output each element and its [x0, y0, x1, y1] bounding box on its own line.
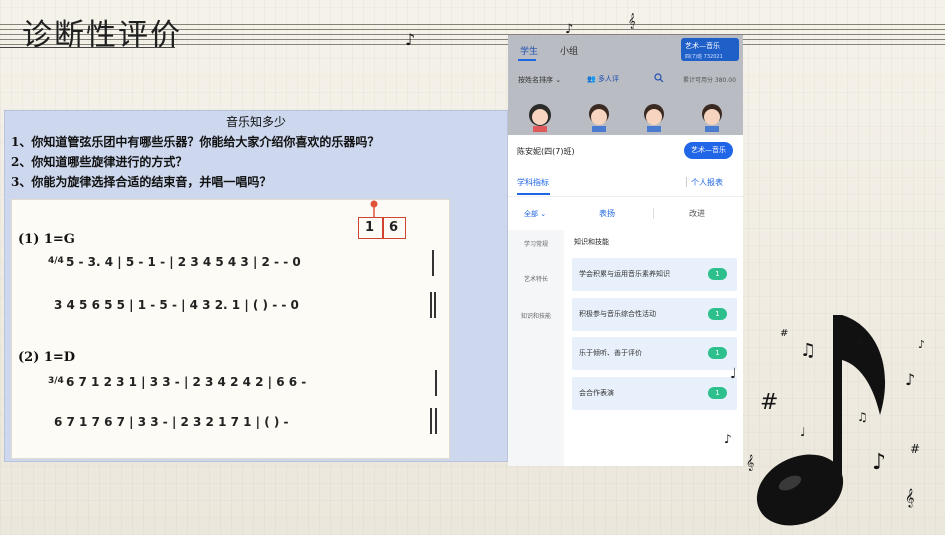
music-note-icon: [756, 315, 886, 526]
quiz-question: 3、你能为旋律选择合适的结束音，并唱一唱吗？: [11, 175, 272, 189]
part1-time: 4/4: [48, 256, 64, 266]
student-name: 陈安妮(四(7)班): [517, 147, 575, 156]
student-eval-sheet: 陈安妮(四(7)班) 艺术—音乐 学科指标 个人报表 全部 ⌄ 表扬 改进 学习…: [508, 135, 743, 466]
eighth-note-icon: ♪: [918, 338, 926, 351]
indicator-score-badge: 1: [708, 308, 727, 320]
indicator-item[interactable]: 学会积累与运用音乐素养知识 1: [572, 258, 737, 291]
sharp-icon: #: [780, 328, 789, 339]
treble-clef-icon: 𝄞: [628, 14, 636, 29]
evaluation-app-screenshot: 学生 小组 艺术—音乐 四(7)班 732021 按姓名排序 ⌄ 👥 多人评 累…: [508, 35, 743, 466]
part1-line1: 5 - 3. 4 | 5 - 1 - | 2 3 4 5 4 3 | 2 - -…: [66, 255, 301, 269]
subject-button[interactable]: 艺术—音乐: [684, 142, 733, 159]
part2-key: (2) 1=D: [18, 350, 76, 365]
part1-line2: 3 4 5 6 5 5 | 1 - 5 - | 4 3 2. 1 | ( ) -…: [54, 298, 299, 312]
filter-praise[interactable]: 表扬: [599, 208, 615, 219]
indicator-label: 积极参与音乐综合性活动: [579, 310, 656, 318]
part2-line1: 6 7 1 2 3 1 | 3 3 - | 2 3 4 2 4 2 | 6 6 …: [66, 375, 307, 389]
multi-eval-button[interactable]: 👥 多人评: [587, 74, 619, 84]
subject-selector-label: 艺术—音乐: [685, 42, 720, 50]
sharp-icon: #: [855, 335, 866, 349]
search-icon[interactable]: [654, 73, 664, 83]
filter-all[interactable]: 全部 ⌄: [524, 209, 546, 219]
indicator-label: 学会积累与运用音乐素养知识: [579, 270, 670, 278]
indicator-label: 乐于倾听、善于评价: [579, 349, 642, 357]
eighth-note-icon: ♪: [905, 370, 916, 389]
eighth-note-icon: ♪: [405, 30, 416, 49]
student-avatar[interactable]: [585, 102, 613, 132]
tab-personal-report[interactable]: 个人报表: [691, 177, 723, 188]
indicator-score-badge: 1: [708, 387, 727, 399]
ending-option: 6: [389, 220, 399, 235]
treble-clef-icon: 𝄞: [905, 488, 915, 507]
indicator-label: 会合作表演: [579, 389, 614, 397]
group-title: 知识和技能: [574, 238, 609, 246]
app-header: 学生 小组 艺术—音乐 四(7)班 732021 按姓名排序 ⌄ 👥 多人评 累…: [508, 35, 743, 135]
quiz-question: 2、你知道哪些旋律进行的方式？: [11, 155, 188, 169]
eighth-note-icon: ♩: [800, 425, 806, 439]
indicator-score-badge: 1: [708, 268, 727, 280]
part1-key: (1) 1=G: [18, 232, 75, 247]
sidebar-item-art-talent[interactable]: 艺术特长: [508, 274, 564, 283]
sidebar-item-study-routine[interactable]: 学习常规: [508, 239, 564, 248]
music-score-image: 1 6 (1) 1=G 4/4 5 - 3. 4 | 5 - 1 - | 2 3…: [11, 199, 450, 459]
users-icon: 👥: [587, 75, 596, 83]
beamed-notes-icon: ♫: [800, 340, 817, 361]
tab-subject-indicators[interactable]: 学科指标: [517, 177, 549, 188]
student-avatar[interactable]: [526, 102, 554, 132]
indicator-score-badge: 1: [708, 347, 727, 359]
sidebar-item-knowledge-skills[interactable]: 知识和技能: [508, 311, 564, 320]
eighth-note-icon: ♪: [724, 432, 732, 446]
multi-eval-label: 多人评: [597, 75, 619, 83]
treble-clef-icon: 𝄞: [746, 455, 755, 471]
pin-icon: [370, 200, 378, 217]
quiz-panel: 音乐知多少 1、你知道管弦乐团中有哪些乐器？你能给大家介绍你喜欢的乐器吗？ 2、…: [4, 110, 508, 462]
part2-time: 3/4: [48, 376, 64, 386]
indicator-item[interactable]: 乐于倾听、善于评价 1: [572, 337, 737, 370]
indicator-item[interactable]: 会合作表演 1: [572, 377, 737, 410]
eighth-note-icon: ♪: [872, 450, 887, 475]
quiz-heading: 音乐知多少: [225, 115, 286, 129]
indicator-item[interactable]: 积极参与音乐综合性活动 1: [572, 298, 737, 331]
chevron-down-icon: ⌄: [540, 210, 547, 218]
sharp-icon: #: [910, 442, 921, 456]
quiz-question: 1、你知道管弦乐团中有哪些乐器？你能给大家介绍你喜欢的乐器吗？: [11, 135, 380, 149]
student-avatar[interactable]: [698, 102, 726, 132]
subject-selector-sub: 四(7)班 732021: [685, 54, 723, 60]
sort-label: 按姓名排序: [518, 76, 553, 84]
score-summary: 累计可用分 380.00: [683, 77, 736, 84]
ending-note-options: 1 6: [358, 217, 406, 239]
filter-improve[interactable]: 改进: [689, 208, 705, 219]
title-underline: [0, 47, 175, 48]
sort-dropdown[interactable]: 按姓名排序 ⌄: [518, 75, 561, 85]
category-sidebar: 学习常规 艺术特长 知识和技能: [508, 230, 564, 466]
part2-line2: 6 7 1 7 6 7 | 3 3 - | 2 3 2 1 7 1 | ( ) …: [54, 415, 289, 429]
filter-all-label: 全部: [524, 210, 538, 218]
sharp-icon: #: [760, 390, 779, 415]
eighth-note-icon: ♫: [857, 410, 868, 424]
subject-selector[interactable]: 艺术—音乐 四(7)班 732021: [681, 38, 739, 61]
eighth-note-icon: ♩: [730, 366, 737, 382]
chevron-down-icon: ⌄: [555, 76, 562, 84]
ending-option: 1: [365, 220, 375, 235]
student-avatar[interactable]: [640, 102, 668, 132]
tab-groups[interactable]: 小组: [560, 44, 578, 57]
tab-students[interactable]: 学生: [520, 44, 538, 57]
